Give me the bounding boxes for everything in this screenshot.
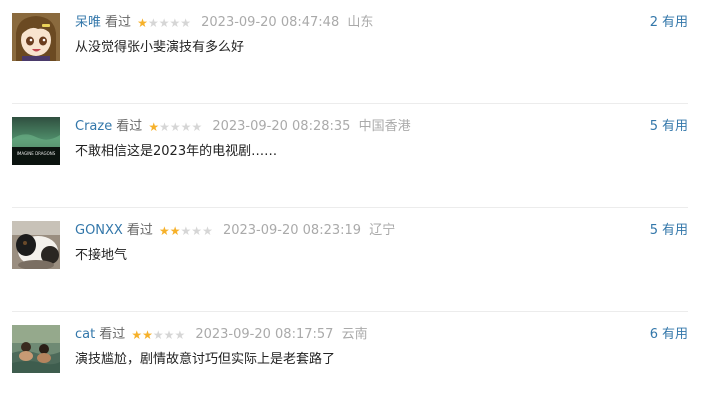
comment-meta: Craze 看过 ★★★★★ 2023-09-20 08:28:35 中国香港 <box>75 117 411 137</box>
star-empty-icon: ★ <box>180 16 191 30</box>
comment-meta: GONXX 看过 ★★★★★ 2023-09-20 08:23:19 辽宁 <box>75 221 395 241</box>
star-empty-icon: ★ <box>191 120 203 134</box>
comment-text: 不敢相信这是2023年的电视剧…… <box>75 144 278 159</box>
comment-time: 2023-09-20 08:28:35 <box>212 119 351 134</box>
star-empty-icon: ★ <box>158 16 170 30</box>
avatar[interactable]: IMAGINE DRAGONS <box>12 117 60 165</box>
useful-votes[interactable]: 5 有用 <box>650 221 688 241</box>
comment-text: 演技尴尬，剧情故意讨巧但实际上是老套路了 <box>75 352 336 367</box>
username-link[interactable]: Craze <box>75 119 112 134</box>
star-filled-icon: ★ <box>148 120 160 134</box>
avatar[interactable] <box>12 13 60 61</box>
star-empty-icon: ★ <box>169 120 181 134</box>
comment-location: 中国香港 <box>358 119 411 134</box>
comment-list: 呆唯 看过 ★★★★★ 2023-09-20 08:47:48 山东 从没觉得张小… <box>0 0 712 411</box>
vote-count: 2 <box>649 15 658 30</box>
useful-button[interactable]: 有用 <box>662 223 688 238</box>
username-link[interactable]: GONXX <box>75 223 123 238</box>
useful-votes[interactable]: 6 有用 <box>650 325 688 345</box>
star-empty-icon: ★ <box>163 328 175 342</box>
comment-item: GONXX 看过 ★★★★★ 2023-09-20 08:23:19 辽宁 不接地… <box>0 208 712 312</box>
useful-votes[interactable]: 2 有用 <box>650 13 688 33</box>
star-empty-icon: ★ <box>169 16 181 30</box>
star-empty-icon: ★ <box>180 120 192 134</box>
star-filled-icon: ★ <box>131 328 143 342</box>
star-empty-icon: ★ <box>152 328 164 342</box>
username-link[interactable]: cat <box>75 327 95 342</box>
guinea-pig-avatar <box>12 221 60 269</box>
star-empty-icon: ★ <box>180 224 192 238</box>
comment-location: 云南 <box>341 327 368 342</box>
star-filled-icon: ★ <box>159 224 170 238</box>
star-empty-icon: ★ <box>147 16 159 30</box>
vote-count: 5 <box>649 223 658 238</box>
comment-item: cat 看过 ★★★★★ 2023-09-20 08:17:57 云南 演技尴尬，… <box>0 312 712 416</box>
watch-status: 看过 <box>105 15 132 30</box>
avatar[interactable] <box>12 221 60 269</box>
comment-item: IMAGINE DRAGONS Craze 看过 ★★★★★ 2023-09-20… <box>0 104 712 208</box>
anime-girl-avatar <box>12 13 60 61</box>
album-title: IMAGINE DRAGONS <box>17 151 56 156</box>
star-empty-icon: ★ <box>174 328 186 342</box>
watch-status: 看过 <box>126 223 153 238</box>
rating-stars: ★★★★★ <box>131 325 185 346</box>
star-empty-icon: ★ <box>159 120 170 134</box>
vote-count: 6 <box>649 327 658 342</box>
album-cover-avatar: IMAGINE DRAGONS <box>12 117 60 165</box>
comment-time: 2023-09-20 08:23:19 <box>222 223 362 238</box>
comment-text: 不接地气 <box>75 248 128 263</box>
comment-meta: cat 看过 ★★★★★ 2023-09-20 08:17:57 云南 <box>75 325 368 345</box>
useful-button[interactable]: 有用 <box>662 15 688 30</box>
rating-stars: ★★★★★ <box>137 13 191 34</box>
rating-stars: ★★★★★ <box>148 117 202 138</box>
comment-meta: 呆唯 看过 ★★★★★ 2023-09-20 08:47:48 山东 <box>75 13 373 33</box>
watch-status: 看过 <box>99 327 126 342</box>
swimming-kids-avatar <box>12 325 60 373</box>
star-empty-icon: ★ <box>202 224 213 238</box>
useful-button[interactable]: 有用 <box>662 327 688 342</box>
rating-stars: ★★★★★ <box>159 221 213 242</box>
watch-status: 看过 <box>116 119 143 134</box>
comment-time: 2023-09-20 08:17:57 <box>195 327 334 342</box>
vote-count: 5 <box>649 119 658 134</box>
star-filled-icon: ★ <box>137 16 148 30</box>
username-link[interactable]: 呆唯 <box>75 15 101 30</box>
comment-item: 呆唯 看过 ★★★★★ 2023-09-20 08:47:48 山东 从没觉得张小… <box>0 0 712 104</box>
avatar[interactable] <box>12 325 60 373</box>
comment-time: 2023-09-20 08:47:48 <box>201 15 340 30</box>
comment-text: 从没觉得张小斐演技有多么好 <box>75 40 245 55</box>
comment-location: 山东 <box>347 15 374 30</box>
useful-votes[interactable]: 5 有用 <box>650 117 688 137</box>
comment-location: 辽宁 <box>369 223 396 238</box>
star-filled-icon: ★ <box>169 224 181 238</box>
useful-button[interactable]: 有用 <box>662 119 688 134</box>
star-empty-icon: ★ <box>191 224 203 238</box>
star-filled-icon: ★ <box>142 328 153 342</box>
